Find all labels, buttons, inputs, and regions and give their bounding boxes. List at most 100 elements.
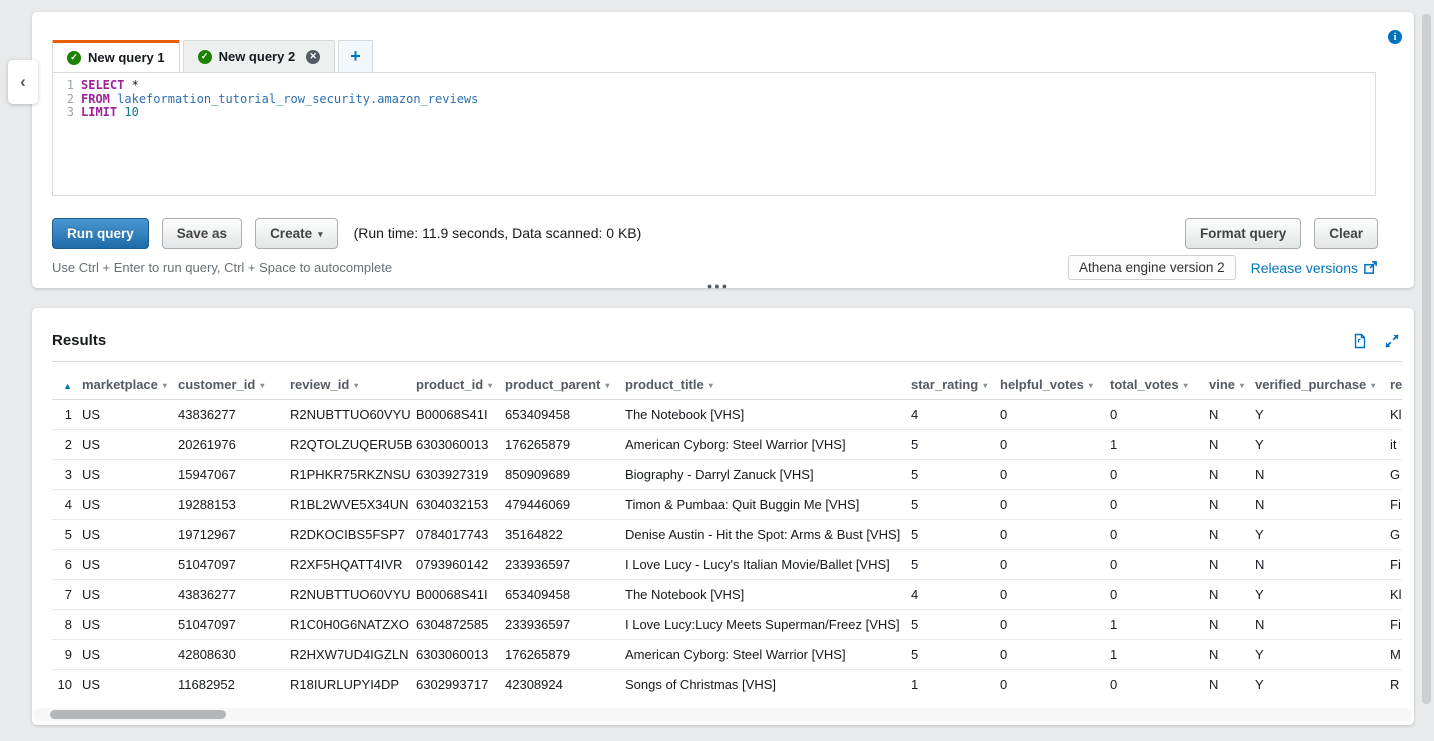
table-cell: N [1255, 460, 1390, 490]
column-header-customer_id[interactable]: customer_id▾ [178, 370, 290, 400]
format-query-button[interactable]: Format query [1185, 218, 1301, 249]
column-filter-icon[interactable]: ▾ [605, 381, 609, 390]
vertical-scrollbar[interactable] [1422, 14, 1431, 726]
sort-ascending-icon[interactable]: ▲ [52, 370, 82, 400]
column-filter-icon[interactable]: ▾ [1184, 381, 1188, 390]
table-cell: 1 [1110, 610, 1209, 640]
table-cell: US [82, 520, 178, 550]
table-cell: 6304032153 [416, 490, 505, 520]
table-cell: 51047097 [178, 550, 290, 580]
table-cell: 0 [1110, 490, 1209, 520]
table-cell: N [1209, 430, 1255, 460]
table-cell: 233936597 [505, 550, 625, 580]
column-filter-icon[interactable]: ▾ [260, 381, 264, 390]
table-row: 8US51047097R1C0H0G6NATZXO630487258523393… [52, 610, 1402, 640]
table-cell: Songs of Christmas [VHS] [625, 670, 911, 699]
table-cell: 43836277 [178, 400, 290, 430]
expand-results-icon[interactable] [1384, 333, 1400, 349]
column-header-star_rating[interactable]: star_rating▾ [911, 370, 1000, 400]
table-cell: US [82, 610, 178, 640]
sql-line: 3LIMIT 10 [53, 106, 1375, 120]
left-panel-collapse-button[interactable]: ‹ [8, 60, 38, 104]
table-cell: Y [1255, 400, 1390, 430]
sql-line: 1SELECT * [53, 79, 1375, 93]
run-query-button[interactable]: Run query [52, 218, 149, 249]
table-cell: 0 [1000, 580, 1110, 610]
column-header-total_votes[interactable]: total_votes▾ [1110, 370, 1209, 400]
table-cell: Denise Austin - Hit the Spot: Arms & Bus… [625, 520, 911, 550]
sql-editor[interactable]: 1SELECT *2FROM lakeformation_tutorial_ro… [52, 72, 1376, 196]
table-cell: G [1390, 460, 1402, 490]
download-results-icon[interactable] [1352, 333, 1368, 349]
table-cell: B00068S41I [416, 400, 505, 430]
table-cell: R1BL2WVE5X34UN [290, 490, 416, 520]
engine-version-row: Athena engine version 2 Release versions [1068, 255, 1378, 280]
table-cell: Fi [1390, 610, 1402, 640]
column-header-helpful_votes[interactable]: helpful_votes▾ [1000, 370, 1110, 400]
clear-button[interactable]: Clear [1314, 218, 1378, 249]
column-filter-icon[interactable]: ▾ [163, 381, 167, 390]
save-as-button[interactable]: Save as [162, 218, 242, 249]
column-header-product_title[interactable]: product_title▾ [625, 370, 911, 400]
check-circle-icon: ✓ [198, 50, 212, 64]
tab-new-query-1[interactable]: ✓ New query 1 [52, 40, 180, 72]
horizontal-scrollbar[interactable] [34, 708, 1412, 721]
table-cell: 51047097 [178, 610, 290, 640]
column-filter-icon[interactable]: ▾ [983, 381, 987, 390]
table-cell: 42808630 [178, 640, 290, 670]
column-filter-icon[interactable]: ▾ [1240, 381, 1244, 390]
row-number: 1 [52, 400, 82, 430]
table-cell: I Love Lucy:Lucy Meets Superman/Freez [V… [625, 610, 911, 640]
table-cell: 19712967 [178, 520, 290, 550]
table-cell: US [82, 430, 178, 460]
column-filter-icon[interactable]: ▾ [354, 381, 358, 390]
table-cell: Kl [1390, 580, 1402, 610]
table-cell: American Cyborg: Steel Warrior [VHS] [625, 430, 911, 460]
table-cell: 6304872585 [416, 610, 505, 640]
table-cell: N [1209, 490, 1255, 520]
tab-label: New query 2 [219, 49, 296, 64]
column-filter-icon[interactable]: ▾ [1371, 381, 1375, 390]
sql-line: 2FROM lakeformation_tutorial_row_securit… [53, 93, 1375, 107]
athena-query-editor-page: ‹ i ✓ New query 1 ✓ New query 2 ✕ + 1SEL… [0, 0, 1434, 741]
create-dropdown-button[interactable]: Create▾ [255, 218, 338, 249]
table-row: 9US42808630R2HXW7UD4IGZLN630306001317626… [52, 640, 1402, 670]
table-cell: R1PHKR75RKZNSU [290, 460, 416, 490]
table-cell: US [82, 400, 178, 430]
column-filter-icon[interactable]: ▾ [1089, 381, 1093, 390]
column-header-vine[interactable]: vine▾ [1209, 370, 1255, 400]
column-filter-icon[interactable]: ▾ [709, 381, 713, 390]
column-header-re[interactable]: re▾ [1390, 370, 1402, 400]
release-versions-link[interactable]: Release versions [1251, 260, 1378, 276]
row-number: 8 [52, 610, 82, 640]
table-cell: 0 [1110, 460, 1209, 490]
close-tab-icon[interactable]: ✕ [306, 50, 320, 64]
column-header-product_id[interactable]: product_id▾ [416, 370, 505, 400]
table-row: 1US43836277R2NUBTTUO60VYUB00068S41I65340… [52, 400, 1402, 430]
column-header-product_parent[interactable]: product_parent▾ [505, 370, 625, 400]
table-cell: N [1209, 520, 1255, 550]
table-cell: 5 [911, 520, 1000, 550]
vertical-scrollbar-thumb[interactable] [1422, 14, 1431, 704]
table-row: 6US51047097R2XF5HQATT4IVR079396014223393… [52, 550, 1402, 580]
check-circle-icon: ✓ [67, 51, 81, 65]
chevron-left-icon: ‹ [20, 72, 26, 92]
panel-resize-handle[interactable]: ●●● [704, 281, 732, 291]
engine-version-badge[interactable]: Athena engine version 2 [1068, 255, 1236, 280]
row-number: 7 [52, 580, 82, 610]
column-header-marketplace[interactable]: marketplace▾ [82, 370, 178, 400]
keyboard-hint: Use Ctrl + Enter to run query, Ctrl + Sp… [52, 260, 392, 275]
table-header-row: ▲marketplace▾customer_id▾review_id▾produ… [52, 370, 1402, 400]
tab-new-query-2[interactable]: ✓ New query 2 ✕ [183, 40, 336, 72]
table-row: 7US43836277R2NUBTTUO60VYUB00068S41I65340… [52, 580, 1402, 610]
info-icon[interactable]: i [1388, 30, 1402, 44]
column-header-verified_purchase[interactable]: verified_purchase▾ [1255, 370, 1390, 400]
new-tab-button[interactable]: + [338, 40, 373, 72]
column-header-review_id[interactable]: review_id▾ [290, 370, 416, 400]
column-filter-icon[interactable]: ▾ [488, 381, 492, 390]
horizontal-scrollbar-thumb[interactable] [50, 710, 226, 719]
table-cell: N [1209, 400, 1255, 430]
table-cell: 20261976 [178, 430, 290, 460]
external-link-icon [1363, 260, 1378, 275]
row-number: 2 [52, 430, 82, 460]
